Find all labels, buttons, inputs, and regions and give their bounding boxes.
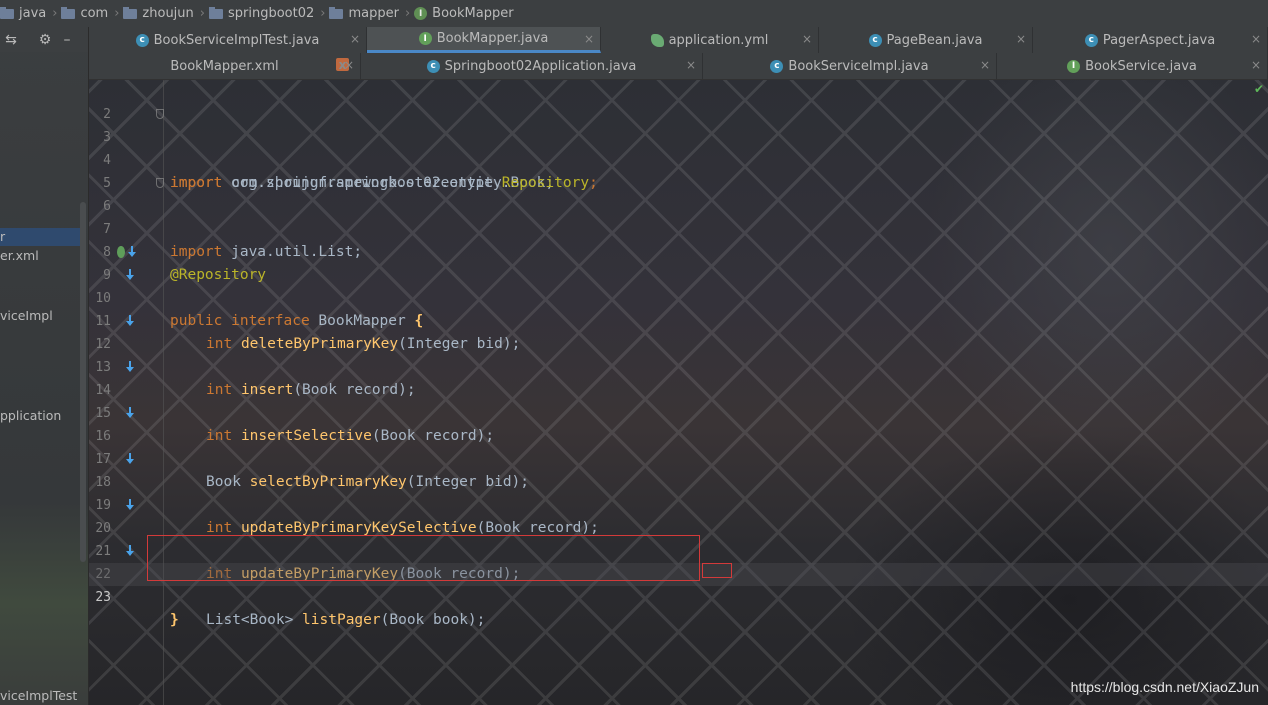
close-icon[interactable]: × [686, 58, 696, 72]
tab-bookserviceimpl[interactable]: c BookServiceImpl.java × [703, 53, 997, 79]
folder-icon [61, 6, 76, 19]
breadcrumb-springboot02[interactable]: springboot02 › [205, 6, 325, 21]
interface-icon: I [1067, 59, 1081, 73]
editor-tabs-row-2: x BookMapper.xml × c Springboot02Applica… [89, 53, 1268, 80]
code-line[interactable]: 7 [89, 195, 1268, 237]
code-line[interactable]: 13 [89, 333, 1268, 375]
gutter-markers [125, 359, 141, 375]
close-icon[interactable]: × [344, 58, 354, 72]
navigation-breadcrumb: java › com › zhoujun › springboot02 › mapper… [0, 0, 1268, 28]
implemented-arrow-icon[interactable] [125, 452, 135, 466]
code-line[interactable]: 12 int insert(Book record); [89, 310, 1268, 398]
code-line[interactable]: 17 [89, 425, 1268, 467]
implemented-arrow-icon[interactable] [125, 544, 135, 558]
tab-application-yml[interactable]: application.yml × [601, 27, 819, 53]
code-line[interactable]: 19 [89, 471, 1268, 513]
implemented-arrow-icon[interactable] [127, 245, 137, 259]
project-panel: ⇆ ⚙ – r er.xml viceImpl pplication viceI… [0, 27, 89, 705]
project-tree-item[interactable]: viceImplTest [0, 688, 77, 703]
implemented-arrow-icon[interactable] [125, 360, 135, 374]
project-tree-item[interactable]: viceImpl [0, 308, 53, 323]
folder-icon [208, 6, 223, 19]
gear-icon[interactable]: ⚙ [34, 32, 56, 48]
code-line[interactable]: 18 int updateByPrimaryKeySelective(Book … [89, 448, 1268, 536]
gutter-markers [125, 497, 141, 513]
code-line[interactable]: 10 int deleteByPrimaryKey(Integer bid); [89, 264, 1268, 352]
fold-icon[interactable] [156, 109, 164, 119]
code-line[interactable]: 16 Book selectByPrimaryKey(Integer bid); [89, 402, 1268, 490]
folder-icon [0, 6, 14, 19]
gutter-markers [125, 543, 141, 559]
code-line[interactable]: 20 int updateByPrimaryKey(Book record); [89, 494, 1268, 582]
editor-tabs-row-1: c BookServiceImplTest.java × I BookMappe… [89, 27, 1268, 54]
project-toolbar: ⇆ ⚙ – [0, 27, 88, 52]
class-icon: c [868, 33, 882, 47]
code-line[interactable]: 15 [89, 379, 1268, 421]
implemented-arrow-icon[interactable] [125, 268, 135, 282]
gutter-markers [125, 405, 141, 421]
tab-bookservice[interactable]: I BookService.java × [997, 53, 1268, 79]
close-icon[interactable]: × [1251, 58, 1261, 72]
folder-icon [123, 6, 138, 19]
gutter-markers [125, 451, 141, 467]
close-icon[interactable]: × [802, 32, 812, 46]
gutter-markers [125, 267, 141, 283]
project-scrollbar[interactable] [80, 202, 86, 562]
yaml-icon [650, 33, 664, 47]
breadcrumb-zhoujun[interactable]: zhoujun › [119, 6, 205, 21]
code-line[interactable]: 2 [89, 80, 1268, 122]
spring-bean-icon[interactable] [117, 246, 125, 258]
close-icon[interactable]: × [1016, 32, 1026, 46]
implemented-arrow-icon[interactable] [125, 314, 135, 328]
close-icon[interactable]: × [1251, 32, 1261, 46]
close-icon[interactable]: × [584, 32, 594, 46]
class-icon: c [770, 59, 784, 73]
code-line[interactable]: 9 public interface BookMapper { [89, 241, 1268, 329]
class-icon: c [135, 33, 149, 47]
watermark-text: https://blog.csdn.net/XiaoZJun [1070, 679, 1259, 695]
tab-pageraspect[interactable]: c PagerAspect.java × [1033, 27, 1268, 53]
close-icon[interactable]: × [350, 32, 360, 46]
class-icon: c [426, 59, 440, 73]
class-icon: c [1084, 33, 1098, 47]
gutter-markers [125, 313, 141, 329]
tab-bookmapper-java[interactable]: I BookMapper.java × [367, 27, 601, 53]
tab-pagebean[interactable]: c PageBean.java × [819, 27, 1033, 53]
code-line[interactable]: 11 [89, 287, 1268, 329]
project-tree-item[interactable]: pplication [0, 408, 61, 423]
highlight-box [147, 535, 700, 581]
tab-bookserviceimpltest[interactable]: c BookServiceImplTest.java × [89, 27, 367, 53]
code-line[interactable]: 8 @Repository [89, 218, 1268, 283]
interface-icon: I [414, 7, 428, 20]
project-tree-item[interactable]: er.xml [0, 248, 39, 263]
code-line[interactable]: 3 import com.zhoujun.springboot02.entity… [89, 103, 1268, 191]
tab-bookmapper-xml[interactable]: x BookMapper.xml × [89, 53, 361, 79]
fold-icon[interactable] [156, 178, 164, 188]
breadcrumb-bookmapper[interactable]: I BookMapper [410, 6, 514, 21]
folder-icon [329, 6, 344, 19]
hide-icon[interactable]: ⇆ [0, 32, 22, 48]
code-line[interactable]: 4 import org.springframework.stereotype.… [89, 126, 1268, 191]
project-tree-item[interactable]: r [0, 228, 86, 246]
checkmark-icon: ✔ [1253, 82, 1264, 96]
minimize-icon[interactable]: – [56, 32, 78, 48]
code-editor[interactable]: 2 3 import com.zhoujun.springboot02.enti… [89, 80, 1268, 705]
highlight-box-small [702, 563, 732, 578]
breadcrumb-com[interactable]: com › [57, 6, 119, 21]
code-line[interactable]: 6 import java.util.List; [89, 172, 1268, 260]
gutter-markers [117, 244, 137, 260]
close-icon[interactable]: × [980, 58, 990, 72]
breadcrumb-java[interactable]: java › [0, 6, 57, 21]
code-line[interactable]: 14 int insertSelective(Book record); [89, 356, 1268, 444]
tab-springboot02application[interactable]: c Springboot02Application.java × [361, 53, 703, 79]
implemented-arrow-icon[interactable] [125, 406, 135, 420]
interface-icon: I [418, 32, 432, 45]
code-line[interactable]: 5 [89, 149, 1268, 191]
breadcrumb-mapper[interactable]: mapper › [325, 6, 410, 21]
implemented-arrow-icon[interactable] [125, 498, 135, 512]
